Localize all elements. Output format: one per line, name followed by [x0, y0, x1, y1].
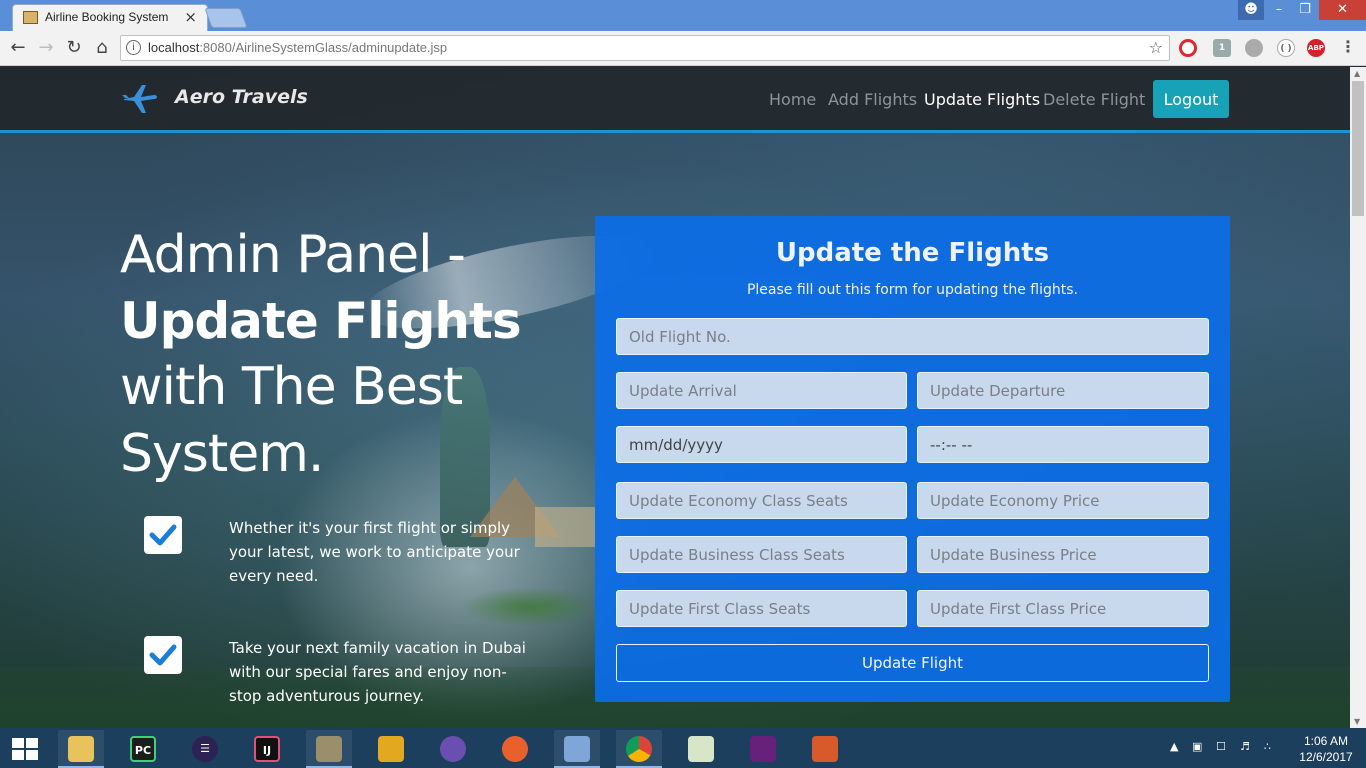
intellij-icon[interactable]: IJ — [244, 730, 290, 768]
airplane-logo-icon — [122, 85, 157, 113]
date-input[interactable]: mm/dd/yyyy — [616, 426, 907, 463]
browser-toolbar: ← → ↻ ⌂ i localhost:8080/AirlineSystemGl… — [0, 31, 1366, 66]
new-tab-button[interactable] — [204, 8, 248, 28]
browser-tab[interactable]: Airline Booking System × — [12, 4, 208, 31]
wifi-icon[interactable]: ∴ — [1264, 740, 1271, 753]
nav-home[interactable]: Home — [769, 90, 816, 109]
virtualbox-icon[interactable] — [554, 730, 600, 768]
notification-icon[interactable]: ☐ — [1216, 740, 1226, 753]
background-island — [460, 587, 600, 627]
hero-title-line3: with The Best — [120, 357, 463, 417]
pycharm-icon[interactable]: PC — [120, 730, 166, 768]
address-bar[interactable]: i localhost:8080/AirlineSystemGlass/admi… — [120, 35, 1170, 61]
hero-title-line1: Admin Panel - — [120, 225, 466, 285]
opera-extension-icon[interactable] — [1179, 39, 1197, 57]
scroll-down-icon[interactable]: ▼ — [1354, 717, 1360, 726]
minimize-window-button[interactable]: – — [1266, 0, 1292, 20]
restore-window-button[interactable]: ❐ — [1292, 0, 1318, 20]
feature-text: Take your next family vacation in Dubai … — [229, 639, 526, 705]
tools-icon[interactable] — [306, 730, 352, 768]
bookmark-star-icon[interactable]: ☆ — [1149, 38, 1163, 57]
sublime-icon[interactable] — [368, 730, 414, 768]
site-info-icon[interactable]: i — [126, 40, 141, 55]
clock-time: 1:06 AM — [1303, 734, 1349, 748]
file-explorer-icon[interactable] — [58, 730, 104, 768]
user-profile-icon[interactable]: ☻ — [1238, 0, 1264, 20]
page-scrollbar[interactable]: ▲ ▼ — [1350, 67, 1366, 728]
chrome-icon[interactable] — [616, 730, 662, 768]
first-class-price-input[interactable] — [917, 590, 1209, 627]
url-host: localhost — [148, 40, 200, 55]
windows-start-icon[interactable] — [12, 738, 38, 760]
home-icon[interactable]: ⌂ — [90, 37, 114, 58]
logout-button[interactable]: Logout — [1153, 80, 1229, 118]
app-purple-icon[interactable] — [430, 730, 476, 768]
business-seats-input[interactable] — [616, 536, 907, 573]
update-arrival-input[interactable] — [616, 372, 907, 409]
brand-name[interactable]: Aero Travels — [175, 86, 308, 108]
adblock-extension-icon[interactable]: ABP — [1307, 39, 1325, 57]
browser-tab-bar: Airline Booking System × ☻ – ❐ ✕ — [0, 0, 1366, 31]
network-device-icon[interactable]: ▣ — [1192, 740, 1202, 753]
eclipse-icon[interactable]: ☰ — [182, 730, 228, 768]
extension-badge: 1 — [1218, 43, 1226, 53]
hero-title-line4: System. — [120, 424, 324, 484]
checkmark-icon — [144, 636, 182, 674]
site-navbar: Aero Travels Home Add Flights Update Fli… — [0, 67, 1350, 133]
taskbar-clock[interactable]: 1:06 AM 12/6/2017 — [1296, 733, 1356, 765]
update-flight-button[interactable]: Update Flight — [616, 644, 1209, 682]
nav-delete-flight[interactable]: Delete Flight — [1043, 90, 1145, 109]
extension-icon[interactable] — [1245, 39, 1263, 57]
page-favicon-icon — [23, 11, 38, 24]
notepad-icon[interactable] — [678, 730, 724, 768]
background-temple — [535, 507, 595, 547]
clock-date: 12/6/2017 — [1299, 750, 1353, 764]
tab-title: Airline Booking System — [45, 10, 169, 24]
forward-arrow-icon[interactable]: → — [34, 37, 58, 58]
page-viewport: Aero Travels Home Add Flights Update Fli… — [0, 67, 1350, 728]
nav-update-flights[interactable]: Update Flights — [924, 90, 1040, 109]
scrollbar-thumb[interactable] — [1352, 81, 1364, 216]
reload-icon[interactable]: ↻ — [62, 37, 86, 58]
firefox-icon[interactable] — [492, 730, 538, 768]
hero-title-line2: Update Flights — [120, 292, 522, 350]
volume-icon[interactable]: ♬ — [1240, 740, 1250, 753]
browser-menu-icon[interactable]: ⋮ — [1339, 39, 1357, 57]
matlab-icon[interactable] — [802, 730, 848, 768]
url-path: :8080/AirlineSystemGlass/adminupdate.jsp — [199, 40, 448, 55]
back-arrow-icon[interactable]: ← — [6, 37, 30, 58]
shield-extension-icon[interactable]: 1 — [1213, 39, 1231, 57]
scroll-up-icon[interactable]: ▲ — [1354, 69, 1360, 78]
first-class-seats-input[interactable] — [616, 590, 907, 627]
business-price-input[interactable] — [917, 536, 1209, 573]
feature-text: Whether it's your first flight or simply… — [229, 519, 520, 585]
update-flight-form: Update the Flights Please fill out this … — [595, 216, 1230, 702]
visual-studio-icon[interactable] — [740, 730, 786, 768]
update-departure-input[interactable] — [917, 372, 1209, 409]
old-flight-no-input[interactable] — [616, 318, 1209, 355]
checkmark-icon — [144, 516, 182, 554]
url-text: localhost:8080/AirlineSystemGlass/adminu… — [148, 40, 447, 55]
time-input[interactable]: --:-- -- — [917, 426, 1209, 463]
economy-seats-input[interactable] — [616, 482, 907, 519]
economy-price-input[interactable] — [917, 482, 1209, 519]
nav-add-flights[interactable]: Add Flights — [828, 90, 917, 109]
extension-icon[interactable]: ( ) — [1277, 39, 1295, 57]
tray-chevron-icon[interactable]: ▲ — [1170, 740, 1178, 753]
form-title: Update the Flights — [775, 238, 1050, 268]
windows-taskbar: PC ☰ IJ ▲ ▣ ☐ ♬ ∴ 1:06 AM 12/6/2017 — [0, 728, 1366, 768]
tab-close-icon[interactable]: × — [184, 8, 197, 26]
form-subtitle: Please fill out this form for updating t… — [746, 282, 1079, 298]
close-window-button[interactable]: ✕ — [1319, 0, 1366, 20]
